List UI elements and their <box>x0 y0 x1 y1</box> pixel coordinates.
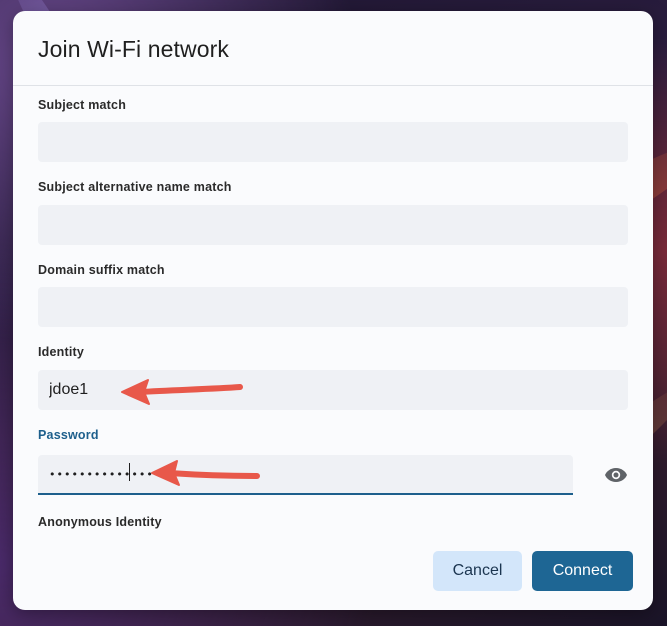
join-wifi-dialog: Join Wi-Fi network Subject match Subject… <box>13 11 653 610</box>
red-arrow-icon <box>151 460 260 486</box>
subject-alt-name-label: Subject alternative name match <box>38 180 232 194</box>
cancel-button[interactable]: Cancel <box>433 551 522 591</box>
eye-icon <box>605 468 627 482</box>
password-label: Password <box>38 428 99 442</box>
domain-suffix-label: Domain suffix match <box>38 263 165 277</box>
show-password-toggle[interactable] <box>601 460 631 490</box>
anonymous-identity-label: Anonymous Identity <box>38 515 162 529</box>
connect-button[interactable]: Connect <box>532 551 633 591</box>
subject-match-label: Subject match <box>38 98 127 112</box>
subject-match-input[interactable] <box>38 122 628 162</box>
domain-suffix-input[interactable] <box>38 287 628 327</box>
subject-alt-name-input[interactable] <box>38 205 628 245</box>
dialog-title: Join Wi-Fi network <box>38 36 229 62</box>
red-arrow-icon <box>121 379 243 405</box>
text-caret <box>129 463 130 481</box>
password-input[interactable] <box>38 455 573 495</box>
dialog-header: Join Wi-Fi network <box>13 11 653 86</box>
identity-label: Identity <box>38 345 85 359</box>
